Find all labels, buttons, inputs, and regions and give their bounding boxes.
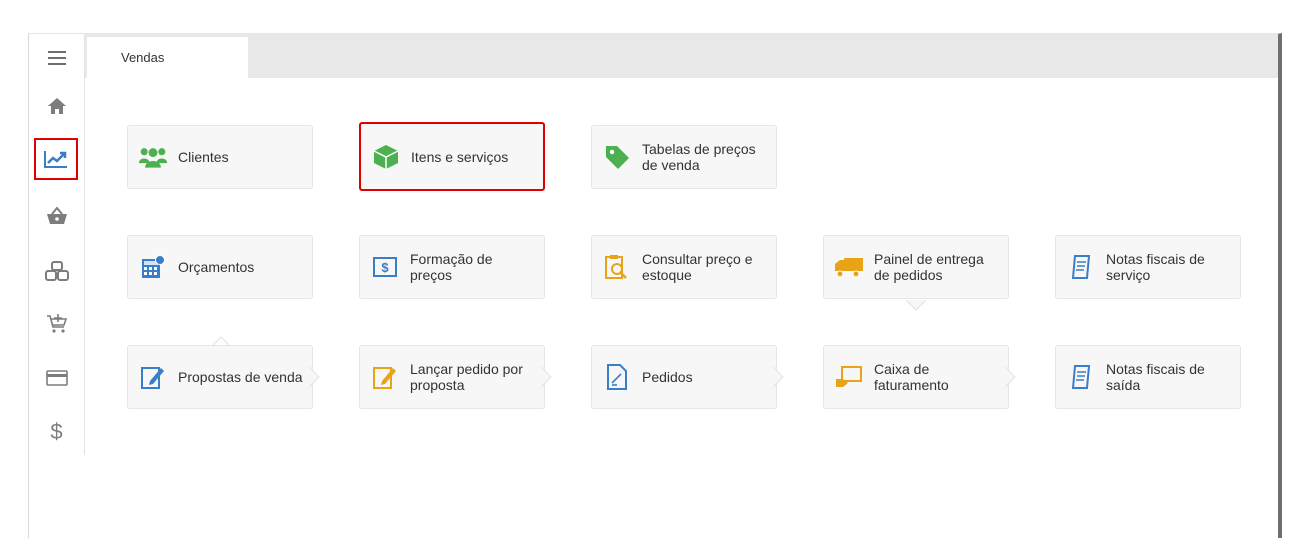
tile-clientes[interactable]: Clientes: [127, 125, 313, 189]
tile-notas-servico[interactable]: Notas fiscais de serviço: [1055, 235, 1241, 299]
tile-tabelas-precos[interactable]: Tabelas de preços de venda: [591, 125, 777, 189]
svg-text:$: $: [381, 260, 389, 275]
tile-painel-entrega[interactable]: Painel de entrega de pedidos: [823, 235, 1009, 299]
tile-notas-saida[interactable]: Notas fiscais de saída: [1055, 345, 1241, 409]
cart-add-icon[interactable]: [29, 300, 84, 348]
invoice-icon: [1066, 252, 1096, 282]
users-icon: [138, 142, 168, 172]
truck-icon: [834, 252, 864, 282]
menu-icon[interactable]: [29, 34, 84, 82]
sidebar: $: [29, 34, 85, 455]
home-icon[interactable]: [29, 82, 84, 130]
boxes-icon[interactable]: [29, 247, 84, 295]
tile-consultar-preco[interactable]: Consultar preço e estoque: [591, 235, 777, 299]
flow-arrow: [308, 366, 320, 388]
flow-arrow: [1004, 366, 1016, 388]
flow-arrow: [772, 366, 784, 388]
flow-notch: [905, 299, 927, 311]
edit-document-icon: [370, 362, 400, 392]
tile-label: Tabelas de preços de venda: [642, 141, 756, 173]
sales-chart-icon[interactable]: [34, 138, 78, 180]
tile-caixa-faturamento[interactable]: Caixa de faturamento: [823, 345, 1016, 409]
tile-lancar-pedido[interactable]: Lançar pedido por proposta: [359, 345, 552, 409]
box-icon: [371, 142, 401, 172]
card-icon[interactable]: [29, 354, 84, 402]
tile-orcamentos[interactable]: Orçamentos: [127, 235, 313, 299]
price-tag-icon: [602, 142, 632, 172]
tile-label: Painel de entrega de pedidos: [874, 251, 984, 283]
document-icon: [602, 362, 632, 392]
tile-formacao-precos[interactable]: $ Formação de preços: [359, 235, 545, 299]
tile-propostas-venda[interactable]: Propostas de venda: [127, 345, 320, 409]
tile-label: Orçamentos: [178, 259, 255, 275]
tile-label: Pedidos: [642, 369, 693, 385]
invoice-icon: [1066, 362, 1096, 392]
tab-bar: Vendas: [85, 34, 1278, 78]
calculator-icon: [138, 252, 168, 282]
tile-label: Clientes: [178, 149, 229, 165]
flow-arrow: [540, 366, 552, 388]
edit-document-icon: [138, 362, 168, 392]
tile-pedidos[interactable]: Pedidos: [591, 345, 784, 409]
basket-icon[interactable]: [29, 192, 84, 240]
tile-label: Formação de preços: [410, 251, 493, 283]
tile-itens-servicos[interactable]: Itens e serviços: [359, 122, 545, 191]
tile-label: Notas fiscais de serviço: [1106, 251, 1205, 283]
tab-vendas[interactable]: Vendas: [87, 37, 248, 78]
tile-label: Propostas de venda: [178, 369, 303, 385]
tile-label: Itens e serviços: [411, 148, 509, 165]
app-window: $ Vendas Clientes Itens e serviços Tabel…: [28, 33, 1282, 538]
dollar-icon[interactable]: $: [29, 408, 84, 456]
tile-label: Notas fiscais de saída: [1106, 361, 1205, 393]
cashier-icon: [834, 362, 864, 392]
search-stock-icon: [602, 252, 632, 282]
tile-label: Lançar pedido por proposta: [410, 361, 523, 393]
tile-label: Caixa de faturamento: [874, 361, 949, 393]
money-bill-icon: $: [370, 252, 400, 282]
tile-label: Consultar preço e estoque: [642, 251, 753, 283]
